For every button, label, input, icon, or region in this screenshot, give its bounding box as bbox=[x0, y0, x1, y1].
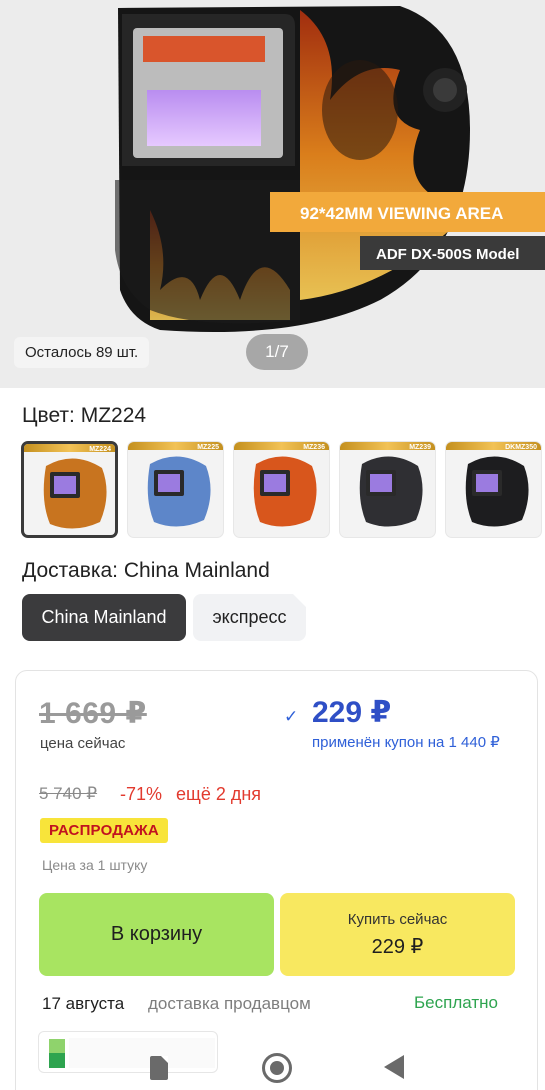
gallery-pager: 1/7 bbox=[246, 334, 308, 370]
color-swatch-mz236[interactable]: MZ236 bbox=[233, 441, 330, 538]
delivery-option-china-mainland[interactable]: China Mainland bbox=[22, 594, 186, 641]
color-swatch-dkmz350[interactable]: DKMZ350 bbox=[445, 441, 542, 538]
helmet-thumbnail-icon bbox=[147, 456, 211, 527]
swatch-code: MZ239 bbox=[409, 444, 431, 451]
product-image-gallery[interactable]: 92*42MM VIEWING AREA ADF DX-500S Model О… bbox=[0, 0, 545, 388]
original-price: 5 740 ₽ bbox=[39, 784, 98, 803]
current-price-label: цена сейчас bbox=[40, 735, 126, 752]
swatch-code: MZ224 bbox=[89, 446, 111, 453]
swatch-code: MZ236 bbox=[303, 444, 325, 451]
stock-remaining-badge: Осталось 89 шт. bbox=[14, 337, 150, 368]
delivery-option-express[interactable]: экспресс bbox=[193, 594, 306, 641]
delivery-label: Доставка: China Mainland bbox=[22, 559, 270, 582]
swatch-code: MZ225 bbox=[197, 444, 219, 451]
buy-now-label: Купить сейчас bbox=[347, 911, 448, 928]
buy-now-price: 229 ₽ bbox=[371, 936, 424, 958]
color-label: Цвет: MZ224 bbox=[22, 404, 147, 427]
old-price: 1 669 ₽ bbox=[39, 697, 147, 730]
add-to-cart-button[interactable]: В корзину bbox=[39, 893, 274, 976]
preview-blurred-area bbox=[69, 1038, 215, 1068]
price-card bbox=[15, 670, 538, 1090]
viewing-area-banner: 92*42MM VIEWING AREA bbox=[300, 204, 503, 223]
sale-badge: РАСПРОДАЖА bbox=[40, 818, 168, 843]
discount-percent: -71% bbox=[120, 784, 163, 804]
mini-product-preview[interactable] bbox=[38, 1031, 218, 1073]
model-banner: ADF DX-500S Model bbox=[376, 246, 519, 263]
helmet-thumbnail-icon bbox=[43, 458, 107, 529]
checkmark-icon: ✓ bbox=[284, 707, 299, 726]
coupon-applied-note: применён купон на 1 440 ₽ bbox=[312, 734, 500, 751]
helmet-thumbnail-icon bbox=[253, 456, 317, 527]
coupon-price: 229 ₽ bbox=[312, 696, 392, 729]
buy-now-button[interactable]: Купить сейчас 229 ₽ bbox=[280, 893, 515, 976]
helmet-thumbnail-icon bbox=[465, 456, 529, 527]
color-swatch-mz239[interactable]: MZ239 bbox=[339, 441, 436, 538]
home-icon[interactable] bbox=[262, 1053, 292, 1083]
price-per-unit: Цена за 1 штуку bbox=[42, 857, 148, 873]
swatch-code: DKMZ350 bbox=[505, 444, 537, 451]
color-swatch-mz224[interactable]: MZ224 bbox=[21, 441, 118, 538]
color-swatch-list: MZ224 MZ225 MZ236 MZ239 DKMZ350 bbox=[21, 441, 542, 538]
sale-timer: ещё 2 дня bbox=[176, 784, 262, 804]
helmet-thumbnail-icon bbox=[359, 456, 423, 527]
shipping-cost: Бесплатно bbox=[414, 993, 498, 1012]
color-swatch-mz225[interactable]: MZ225 bbox=[127, 441, 224, 538]
preview-thumbnail-icon bbox=[49, 1039, 65, 1053]
preview-thumbnail-icon-lower bbox=[49, 1053, 65, 1068]
recent-apps-icon[interactable] bbox=[150, 1056, 168, 1080]
helmet-product-image: 92*42MM VIEWING AREA ADF DX-500S Model bbox=[0, 0, 545, 388]
delivery-date: 17 августа bbox=[42, 994, 125, 1013]
delivery-by-seller: доставка продавцом bbox=[148, 994, 311, 1013]
back-icon[interactable] bbox=[384, 1055, 404, 1079]
